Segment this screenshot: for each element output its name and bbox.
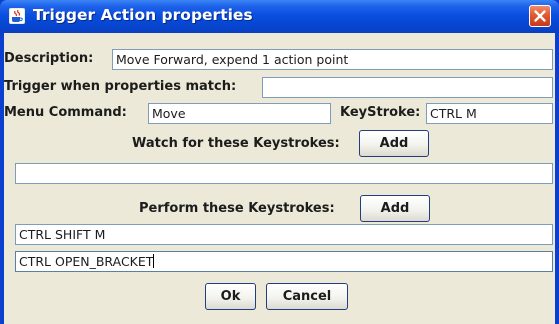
perform-keystroke-value: CTRL SHIFT M <box>19 227 106 242</box>
trigger-label: Trigger when properties match: <box>4 79 237 94</box>
perform-keystroke-field[interactable]: CTRL SHIFT M <box>15 224 553 245</box>
watch-keystrokes-label: Watch for these Keystrokes: <box>132 136 340 151</box>
dialog-window: Trigger Action properties Description: M… <box>0 0 559 324</box>
window-title: Trigger Action properties <box>33 6 253 24</box>
perform-keystroke-field-active[interactable]: CTRL OPEN_BRACKET <box>15 251 553 272</box>
menu-command-label: Menu Command: <box>4 105 127 120</box>
perform-keystrokes-label: Perform these Keystrokes: <box>139 201 335 216</box>
perform-add-button[interactable]: Add <box>360 195 430 222</box>
text-caret <box>153 254 155 268</box>
ok-button[interactable]: Ok <box>205 283 256 310</box>
cancel-button[interactable]: Cancel <box>266 283 348 310</box>
watch-keystroke-field[interactable] <box>15 163 553 184</box>
java-cup-icon <box>8 7 26 25</box>
keystroke-field[interactable]: CTRL M <box>426 103 553 124</box>
dialog-content: Description: Move Forward, expend 1 acti… <box>4 33 555 324</box>
trigger-field[interactable] <box>262 77 553 98</box>
menu-command-field[interactable]: Move <box>148 103 331 124</box>
close-button[interactable] <box>529 5 551 27</box>
keystroke-label: KeyStroke: <box>340 105 421 120</box>
title-bar[interactable]: Trigger Action properties <box>0 0 559 33</box>
watch-add-button[interactable]: Add <box>359 130 429 157</box>
description-field[interactable]: Move Forward, expend 1 action point <box>112 49 553 70</box>
perform-keystroke-value: CTRL OPEN_BRACKET <box>19 254 154 269</box>
description-label: Description: <box>4 51 94 66</box>
